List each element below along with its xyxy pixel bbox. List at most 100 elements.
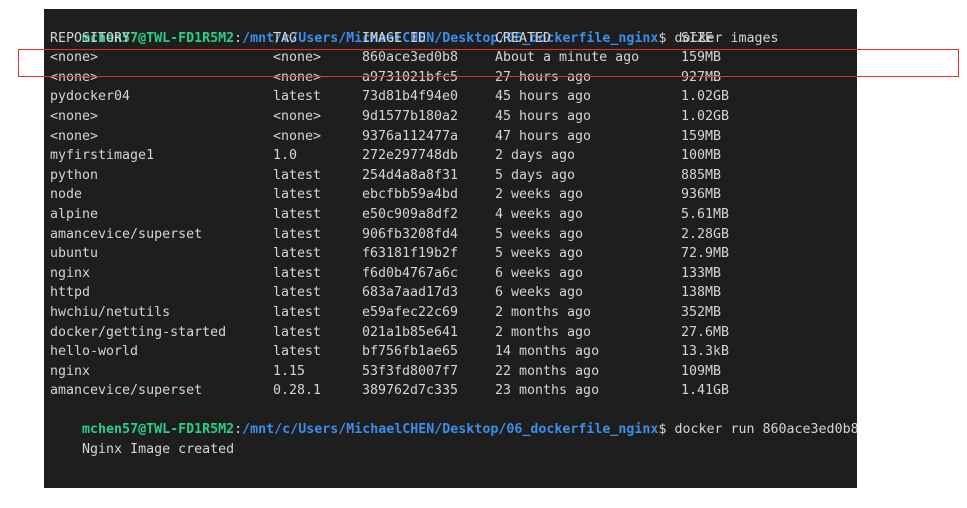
cell-repository: amancevice/superset — [50, 383, 203, 399]
table-row: ubuntu latest f63181f19b2f 5 weeks ago 72.9M… — [50, 244, 857, 264]
cell-tag: <none> — [273, 69, 322, 85]
cell-size: 2.28GB — [681, 226, 730, 242]
cell-image-id: 73d81b4f94e0 — [362, 89, 459, 105]
cell-image-id: ebcfbb59a4bd — [362, 187, 459, 203]
cell-size: 5.61MB — [681, 206, 730, 222]
cell-tag: latest — [273, 187, 322, 203]
table-row: alpine latest e50c909a8df2 4 weeks ago 5.61M… — [50, 205, 857, 225]
cell-tag: <none> — [273, 108, 322, 124]
cell-tag: 0.28.1 — [273, 383, 322, 399]
cell-repository: pydocker04 — [50, 89, 131, 105]
cell-repository: <none> — [50, 69, 99, 85]
cell-size: 133MB — [681, 265, 722, 281]
cell-tag: latest — [273, 285, 322, 301]
cell-size: 1.02GB — [681, 89, 730, 105]
cell-repository: hwchiu/netutils — [50, 304, 171, 320]
cell-size: 159MB — [681, 50, 722, 66]
terminal-window[interactable]: mchen57@TWL-FD1R5M2:/mnt/c/Users/Michael… — [44, 9, 857, 488]
cell-tag: 1.15 — [273, 363, 306, 379]
cell-repository: ubuntu — [50, 246, 99, 262]
cell-image-id: 906fb3208fd4 — [362, 226, 459, 242]
cell-size: 159MB — [681, 128, 722, 144]
cell-image-id: e59afec22c69 — [362, 304, 459, 320]
cell-created: 6 weeks ago — [495, 285, 584, 301]
cell-image-id: f6d0b4767a6c — [362, 265, 459, 281]
table-row: python latest 254d4a8a8f31 5 days ago 885MB — [50, 166, 857, 186]
cell-created: 5 days ago — [495, 167, 576, 183]
table-header: REPOSITORY TAG IMAGE ID CREATED SIZE — [50, 29, 857, 49]
header-image-id: IMAGE ID — [362, 30, 427, 46]
cell-created: 45 hours ago — [495, 108, 592, 124]
table-row: <none> <none> a9731021bfc5 27 hours ago 927M… — [50, 68, 857, 88]
cell-repository: hello-world — [50, 344, 139, 360]
cell-image-id: 683a7aad17d3 — [362, 285, 459, 301]
cell-size: 27.6MB — [681, 324, 730, 340]
cell-repository: docker/getting-started — [50, 324, 227, 340]
cell-tag: latest — [273, 324, 322, 340]
header-repository: REPOSITORY — [50, 30, 131, 46]
cell-created: 5 weeks ago — [495, 226, 584, 242]
cell-size: 352MB — [681, 304, 722, 320]
cell-tag: latest — [273, 246, 322, 262]
cell-image-id: 389762d7c335 — [362, 383, 459, 399]
cell-repository: node — [50, 187, 83, 203]
cell-repository: <none> — [50, 128, 99, 144]
cell-image-id: bf756fb1ae65 — [362, 344, 459, 360]
cell-size: 1.02GB — [681, 108, 730, 124]
table-row: nginx latest f6d0b4767a6c 6 weeks ago 133MB — [50, 264, 857, 284]
cell-tag: latest — [273, 344, 322, 360]
table-row: <none> <none> 9376a112477a 47 hours ago 159M… — [50, 127, 857, 147]
cell-image-id: 9d1577b180a2 — [362, 108, 459, 124]
cell-repository: myfirstimage1 — [50, 148, 155, 164]
run-output-text: Nginx Image created — [82, 442, 235, 458]
cell-image-id: f63181f19b2f — [362, 246, 459, 262]
cell-image-id: 860ace3ed0b8 — [362, 50, 459, 66]
cell-size: 72.9MB — [681, 246, 730, 262]
header-size: SIZE — [681, 30, 714, 46]
cell-image-id: 272e297748db — [362, 148, 459, 164]
cell-created: 6 weeks ago — [495, 265, 584, 281]
cell-image-id: 021a1b85e641 — [362, 324, 459, 340]
table-row: node latest ebcfbb59a4bd 2 weeks ago 936MB — [50, 185, 857, 205]
cell-size: 109MB — [681, 363, 722, 379]
cell-image-id: a9731021bfc5 — [362, 69, 459, 85]
cell-image-id: 254d4a8a8f31 — [362, 167, 459, 183]
cell-created: 14 months ago — [495, 344, 600, 360]
prompt-line-images: mchen57@TWL-FD1R5M2:/mnt/c/Users/Michael… — [50, 9, 857, 46]
cell-created: 22 months ago — [495, 363, 600, 379]
image-list: <none> <none> 860ace3ed0b8 About a minute a… — [50, 48, 857, 401]
cell-repository: httpd — [50, 285, 91, 301]
header-tag: TAG — [273, 30, 298, 46]
cell-created: 2 weeks ago — [495, 187, 584, 203]
cell-repository: amancevice/superset — [50, 226, 203, 242]
cell-repository: <none> — [50, 50, 99, 66]
run-output: Nginx Image created — [50, 420, 857, 457]
cell-created: 27 hours ago — [495, 69, 592, 85]
cell-tag: latest — [273, 226, 322, 242]
cell-tag: latest — [273, 265, 322, 281]
table-row: docker/getting-started latest 021a1b85e641… — [50, 323, 857, 343]
cell-created: 4 weeks ago — [495, 206, 584, 222]
cell-created: 5 weeks ago — [495, 246, 584, 262]
cell-created: 45 hours ago — [495, 89, 592, 105]
table-row: <none> <none> 860ace3ed0b8 About a minute a… — [50, 48, 857, 68]
cell-created: 2 days ago — [495, 148, 576, 164]
cell-image-id: 9376a112477a — [362, 128, 459, 144]
table-row: amancevice/superset latest 906fb3208fd4 5 w… — [50, 225, 857, 245]
table-row: myfirstimage1 1.0 272e297748db 2 days ago 10… — [50, 146, 857, 166]
cell-created: About a minute ago — [495, 50, 640, 66]
table-row: nginx 1.15 53f3fd8007f7 22 months ago 109MB — [50, 362, 857, 382]
table-row: httpd latest 683a7aad17d3 6 weeks ago 138MB — [50, 283, 857, 303]
cell-repository: <none> — [50, 108, 99, 124]
cell-repository: alpine — [50, 206, 99, 222]
cell-size: 13.3kB — [681, 344, 730, 360]
cell-tag: 1.0 — [273, 148, 298, 164]
cell-repository: python — [50, 167, 99, 183]
cell-created: 23 months ago — [495, 383, 600, 399]
cell-tag: latest — [273, 304, 322, 320]
cell-created: 2 months ago — [495, 304, 592, 320]
cell-repository: nginx — [50, 265, 91, 281]
table-row: pydocker04 latest 73d81b4f94e0 45 hours ago… — [50, 87, 857, 107]
cell-size: 885MB — [681, 167, 722, 183]
header-created: CREATED — [495, 30, 552, 46]
